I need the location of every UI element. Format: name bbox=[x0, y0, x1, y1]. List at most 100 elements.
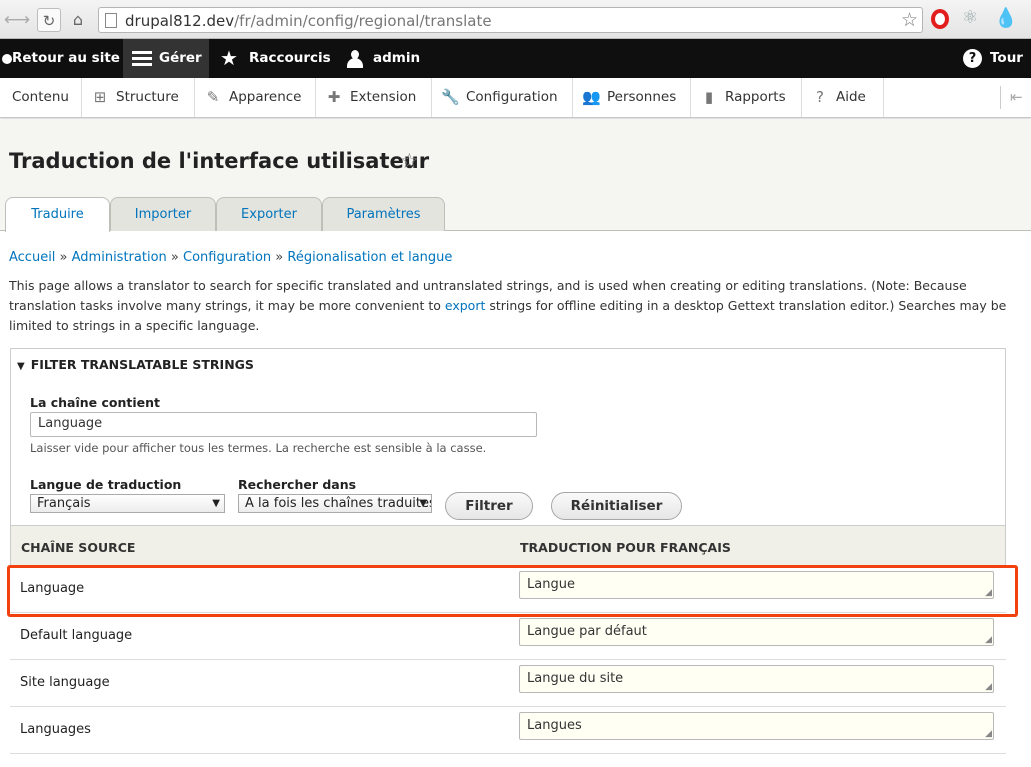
translation-input[interactable]: Langue ◢ bbox=[519, 571, 994, 599]
breadcrumb: Accueil » Administration » Configuration… bbox=[9, 250, 453, 265]
opera-extension-icon[interactable] bbox=[931, 9, 949, 29]
breadcrumb-administration[interactable]: Administration bbox=[72, 250, 167, 265]
paintbrush-icon: ✎ bbox=[206, 88, 220, 106]
url-text: drupal812.dev/fr/admin/config/regional/t… bbox=[125, 12, 492, 30]
breadcrumb-home[interactable]: Accueil bbox=[9, 250, 55, 265]
table-row: Default language Langue par défaut ◢ bbox=[10, 613, 1006, 660]
tab-translate[interactable]: Traduire bbox=[5, 197, 110, 232]
structure-icon: ⊞ bbox=[93, 88, 107, 106]
home-icon[interactable]: ⌂ bbox=[66, 8, 90, 32]
breadcrumb-regional[interactable]: Régionalisation et langue bbox=[287, 250, 452, 265]
menu-item-structure[interactable]: ⊞ Structure bbox=[82, 78, 195, 117]
translation-input[interactable]: Langue par défaut ◢ bbox=[519, 618, 994, 646]
menu-item-label: Rapports bbox=[725, 89, 786, 105]
react-extension-icon[interactable]: ⚛ bbox=[962, 7, 982, 28]
search-string-input[interactable]: Language bbox=[30, 412, 537, 437]
filter-legend[interactable]: ▼ FILTER TRANSLATABLE STRINGS bbox=[17, 357, 254, 372]
menu-item-content[interactable]: Contenu bbox=[0, 78, 82, 117]
source-string: Default language bbox=[20, 628, 133, 643]
shortcut-star-icon[interactable]: ☆ bbox=[400, 149, 419, 173]
triangle-down-icon: ▼ bbox=[17, 361, 25, 372]
menu-item-label: Contenu bbox=[12, 89, 69, 105]
language-label: Langue de traduction bbox=[30, 477, 182, 492]
menu-item-label: Apparence bbox=[229, 89, 302, 105]
menu-item-extend[interactable]: ✚ Extension bbox=[316, 78, 432, 117]
tab-import[interactable]: Importer bbox=[110, 197, 216, 231]
language-select[interactable]: Français ▼ bbox=[30, 494, 225, 513]
wrench-icon: 🔧 bbox=[441, 88, 460, 106]
help-icon: ? bbox=[963, 49, 982, 68]
menu-item-label: Extension bbox=[350, 89, 417, 105]
admin-toolbar: Retour au site Gérer ★ Raccourcis admin … bbox=[0, 39, 1031, 78]
table-row: Languages Langues ◢ bbox=[10, 707, 1006, 754]
shortcuts-label: Raccourcis bbox=[249, 50, 331, 66]
back-to-site-label: Retour au site bbox=[12, 50, 120, 66]
collapse-tray-icon[interactable]: ⇤ bbox=[1000, 86, 1031, 109]
resize-grip-icon[interactable]: ◢ bbox=[985, 730, 992, 739]
menu-item-label: Personnes bbox=[607, 89, 677, 105]
search-in-select-value: A la fois les chaînes traduites et non t… bbox=[245, 496, 432, 511]
menu-item-people[interactable]: 👥 Personnes bbox=[573, 78, 691, 117]
source-string: Site language bbox=[20, 675, 110, 690]
forward-arrow-icon[interactable]: → bbox=[12, 8, 34, 32]
back-to-site-link[interactable]: Retour au site bbox=[2, 39, 120, 78]
table-row: Language Langue ◢ bbox=[10, 566, 1006, 613]
select-caret-icon: ▼ bbox=[419, 498, 427, 509]
filter-fieldset: ▼ FILTER TRANSLATABLE STRINGS La chaîne c… bbox=[10, 348, 1006, 526]
menu-item-appearance[interactable]: ✎ Apparence bbox=[195, 78, 316, 117]
tour-button[interactable]: ? Tour bbox=[963, 39, 1023, 78]
search-in-select[interactable]: A la fois les chaînes traduites et non t… bbox=[238, 494, 432, 513]
contains-label: La chaîne contient bbox=[30, 395, 161, 410]
page-header: Traduction de l'interface utilisateur ☆ … bbox=[0, 119, 1031, 232]
select-caret-icon: ▼ bbox=[212, 498, 220, 509]
people-icon: 👥 bbox=[582, 88, 601, 106]
reset-button[interactable]: Réinitialiser bbox=[551, 492, 682, 520]
browser-toolbar: ← → ↻ ⌂ drupal812.dev/fr/admin/config/re… bbox=[0, 0, 1031, 39]
manage-tab[interactable]: Gérer bbox=[123, 39, 209, 78]
menu-item-help[interactable]: ? Aide bbox=[802, 78, 884, 117]
table-row: Site language Langue du site ◢ bbox=[10, 660, 1006, 707]
language-select-value: Français bbox=[37, 496, 91, 511]
bar-chart-icon: ▮ bbox=[704, 88, 714, 106]
menu-item-configuration[interactable]: 🔧 Configuration bbox=[432, 78, 573, 117]
hamburger-icon bbox=[132, 51, 152, 69]
tab-settings[interactable]: Paramètres bbox=[322, 197, 445, 231]
translation-table: CHAÎNE SOURCE TRADUCTION POUR FRANÇAIS L… bbox=[10, 526, 1006, 754]
menu-item-label: Aide bbox=[836, 89, 866, 105]
admin-menu-tray: Contenu ⊞ Structure ✎ Apparence ✚ Extens… bbox=[0, 78, 1031, 118]
resize-grip-icon[interactable]: ◢ bbox=[985, 636, 992, 645]
translation-value: Langue bbox=[527, 577, 575, 592]
resize-grip-icon[interactable]: ◢ bbox=[985, 683, 992, 692]
reload-icon[interactable]: ↻ bbox=[37, 8, 61, 32]
filter-legend-label: FILTER TRANSLATABLE STRINGS bbox=[30, 357, 254, 372]
translation-input[interactable]: Langue du site ◢ bbox=[519, 665, 994, 693]
search-in-label: Rechercher dans bbox=[238, 477, 357, 492]
source-string: Language bbox=[20, 581, 85, 596]
translation-value: Langue du site bbox=[527, 671, 624, 686]
drupal-extension-icon[interactable]: 💧 bbox=[994, 6, 1018, 29]
address-bar[interactable]: drupal812.dev/fr/admin/config/regional/t… bbox=[98, 7, 923, 33]
user-icon bbox=[346, 50, 364, 68]
column-header-translation: TRADUCTION POUR FRANÇAIS bbox=[520, 540, 731, 555]
translation-input[interactable]: Langues ◢ bbox=[519, 712, 994, 740]
menu-item-reports[interactable]: ▮ Rapports bbox=[691, 78, 802, 117]
menu-item-label: Configuration bbox=[466, 89, 558, 105]
tab-export[interactable]: Exporter bbox=[216, 197, 322, 231]
export-link[interactable]: export bbox=[445, 298, 486, 313]
page-icon bbox=[105, 13, 117, 28]
resize-grip-icon[interactable]: ◢ bbox=[985, 589, 992, 598]
translation-value: Langues bbox=[527, 718, 582, 733]
shortcuts-tab[interactable]: ★ Raccourcis bbox=[220, 39, 331, 78]
user-tab[interactable]: admin bbox=[346, 39, 420, 78]
intro-text: This page allows a translator to search … bbox=[9, 276, 1019, 336]
manage-label: Gérer bbox=[159, 50, 202, 66]
breadcrumb-configuration[interactable]: Configuration bbox=[183, 250, 271, 265]
puzzle-icon: ✚ bbox=[327, 88, 341, 106]
star-icon: ★ bbox=[220, 46, 238, 70]
bookmark-star-icon[interactable]: ☆ bbox=[901, 9, 918, 31]
user-label: admin bbox=[373, 50, 421, 66]
contains-help-text: Laisser vide pour afficher tous les term… bbox=[30, 441, 487, 455]
menu-item-label: Structure bbox=[116, 89, 179, 105]
filter-button[interactable]: Filtrer bbox=[445, 492, 533, 520]
column-header-source: CHAÎNE SOURCE bbox=[21, 540, 136, 555]
